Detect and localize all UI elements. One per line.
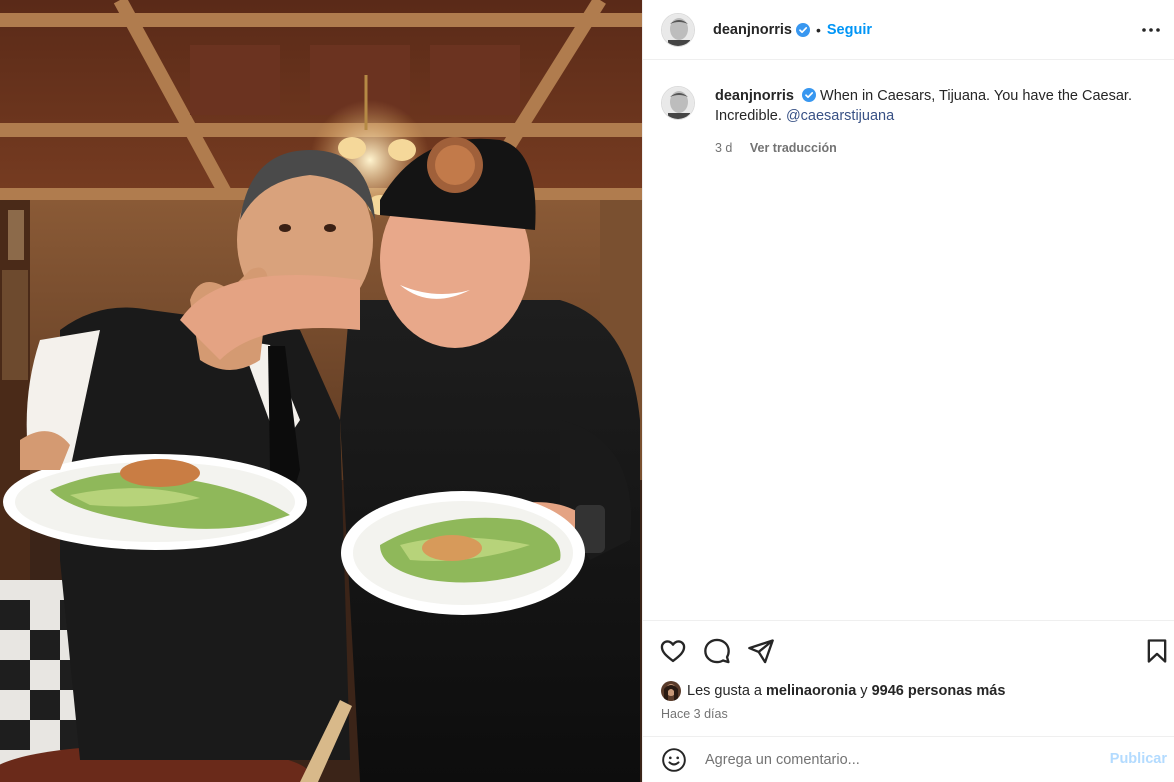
caption-meta: 3 d Ver traducción — [715, 138, 1161, 158]
post-actions: Les gusta a melinaoronia y 9946 personas… — [643, 620, 1174, 736]
paper-plane-icon[interactable] — [747, 637, 775, 665]
post-header: deanjnorris • Seguir — [643, 0, 1174, 60]
translate-button[interactable]: Ver traducción — [750, 141, 837, 155]
verified-badge-icon — [795, 22, 810, 37]
post-photo[interactable] — [0, 0, 642, 782]
caption-mention-link[interactable]: @caesarstijuana — [786, 108, 894, 124]
comment-composer: Publicar — [643, 736, 1174, 782]
verified-badge-icon — [802, 88, 816, 102]
author-username[interactable]: deanjnorris — [713, 22, 792, 38]
liker-username[interactable]: melinaoronia — [766, 683, 856, 699]
more-options-icon[interactable] — [1139, 18, 1163, 42]
caption-author-avatar[interactable] — [661, 86, 695, 120]
emoji-smile-icon[interactable] — [661, 747, 687, 773]
likes-conjunction: y — [860, 683, 868, 699]
separator-dot: • — [815, 21, 821, 38]
post-caption: deanjnorris When in Caesars, Tijuana. Yo… — [661, 86, 1161, 158]
caption-body: deanjnorris When in Caesars, Tijuana. Yo… — [715, 86, 1161, 158]
heart-icon[interactable] — [659, 637, 687, 665]
author-avatar[interactable] — [661, 12, 695, 47]
post-image — [0, 0, 642, 782]
likes-count-link[interactable]: 9946 personas más — [872, 683, 1006, 699]
comment-bubble-icon[interactable] — [703, 637, 731, 665]
caption-username[interactable]: deanjnorris — [715, 88, 794, 104]
likes-prefix: Les gusta a — [687, 683, 762, 699]
publish-button[interactable]: Publicar — [1110, 751, 1167, 767]
post-sidebar: deanjnorris • Seguir deanjnorris When in… — [642, 0, 1174, 782]
follow-button[interactable]: Seguir — [827, 22, 872, 38]
likes-summary: Les gusta a melinaoronia y 9946 personas… — [661, 681, 1005, 701]
caption-age: 3 d — [715, 141, 733, 155]
bookmark-icon[interactable] — [1143, 637, 1171, 665]
post-timestamp[interactable]: Hace 3 días — [661, 707, 728, 721]
liker-avatar[interactable] — [661, 681, 681, 701]
comment-input[interactable] — [705, 751, 1085, 768]
